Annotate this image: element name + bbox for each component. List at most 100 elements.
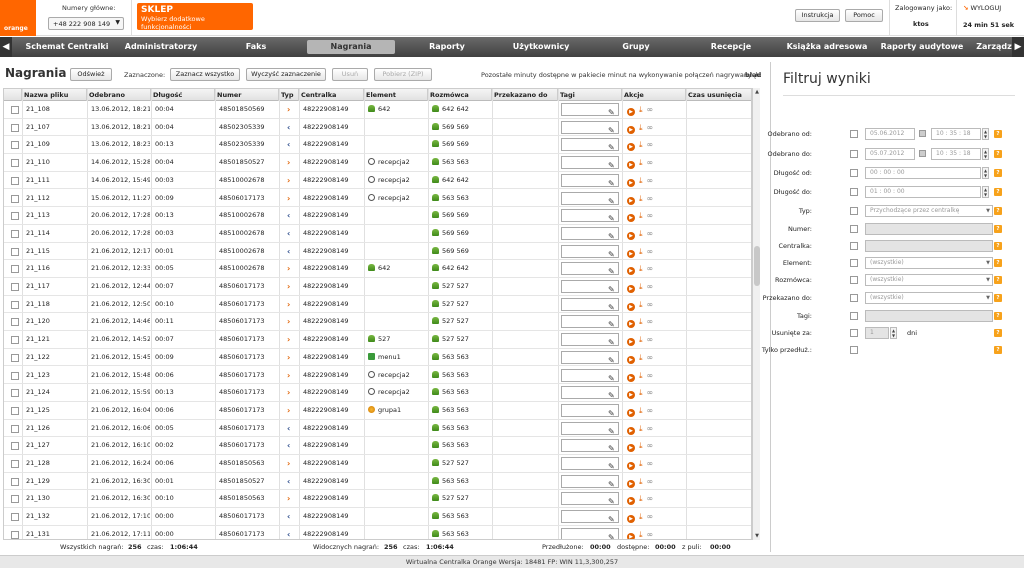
- play-icon[interactable]: ▶: [627, 285, 635, 293]
- orange-logo[interactable]: orange: [0, 0, 36, 36]
- link-icon[interactable]: ∞: [647, 247, 654, 256]
- filter-central-checkbox[interactable]: [850, 242, 858, 250]
- tab-uzytkownicy[interactable]: Użytkownicy: [500, 37, 582, 57]
- row-checkbox[interactable]: [11, 283, 19, 291]
- tags-input[interactable]: ✎: [561, 421, 619, 435]
- filter-received-from-checkbox[interactable]: [850, 130, 858, 138]
- filter-received-to-date[interactable]: 05.07.2012: [865, 148, 915, 160]
- play-icon[interactable]: ▶: [627, 143, 635, 152]
- time-spinner-icon[interactable]: ▲ ▼: [982, 167, 989, 179]
- row-checkbox[interactable]: [11, 336, 19, 345]
- main-number-select[interactable]: +48 222 908 149 ▼: [48, 17, 124, 30]
- col-actions[interactable]: Akcje: [622, 89, 686, 101]
- play-icon[interactable]: ▶: [627, 320, 635, 329]
- tags-input[interactable]: ✎: [561, 457, 619, 470]
- filter-extended-only-checkbox[interactable]: [850, 346, 858, 354]
- download-icon[interactable]: ⤓: [639, 371, 643, 380]
- col-forwarded[interactable]: Przekazano do: [492, 89, 558, 101]
- pencil-icon[interactable]: ✎: [608, 246, 615, 257]
- tags-input[interactable]: ✎: [561, 510, 619, 524]
- tags-input[interactable]: ✎: [561, 527, 619, 539]
- table-row[interactable]: 21_113 20.06.2012, 17:28:4 00:13 4851000267…: [4, 207, 751, 225]
- play-icon[interactable]: ▶: [627, 444, 635, 453]
- pencil-icon[interactable]: ✎: [608, 440, 615, 451]
- tags-input[interactable]: ✎: [561, 138, 619, 152]
- play-icon[interactable]: ▶: [627, 408, 635, 417]
- filter-deleted-input[interactable]: 1: [865, 327, 889, 339]
- pencil-icon[interactable]: ✎: [608, 157, 615, 168]
- link-icon[interactable]: ∞: [647, 264, 654, 273]
- help-icon[interactable]: ?: [994, 329, 1002, 337]
- table-row[interactable]: 21_127 21.06.2012, 16:10:1 00:02 4850601717…: [4, 437, 751, 455]
- table-row[interactable]: 21_121 21.06.2012, 14:52:1 00:07 4850601717…: [4, 331, 751, 349]
- pencil-icon[interactable]: ✎: [608, 458, 615, 469]
- download-icon[interactable]: ⤓: [639, 229, 643, 238]
- pencil-icon[interactable]: ✎: [608, 104, 615, 115]
- tags-input[interactable]: ✎: [561, 297, 619, 311]
- row-checkbox[interactable]: [11, 495, 19, 504]
- table-row[interactable]: 21_107 13.06.2012, 18:21:3 00:04 4850230533…: [4, 119, 751, 137]
- play-icon[interactable]: ▶: [627, 178, 635, 187]
- table-row[interactable]: 21_125 21.06.2012, 16:04:5 00:06 4850601717…: [4, 402, 751, 420]
- col-length[interactable]: Długość: [151, 89, 215, 101]
- tags-input[interactable]: ✎: [561, 191, 619, 205]
- row-checkbox[interactable]: [11, 176, 19, 185]
- filter-tags-checkbox[interactable]: [850, 312, 858, 320]
- link-icon[interactable]: ∞: [647, 530, 654, 539]
- row-checkbox[interactable]: [11, 513, 19, 522]
- pencil-icon[interactable]: ✎: [608, 193, 615, 204]
- col-file-name[interactable]: Nazwa pliku: [22, 89, 87, 101]
- pencil-icon[interactable]: ✎: [608, 122, 615, 133]
- calendar-icon[interactable]: [919, 150, 926, 157]
- download-icon[interactable]: ⤓: [639, 317, 643, 326]
- row-checkbox[interactable]: [11, 229, 19, 238]
- download-icon[interactable]: ⤓: [639, 530, 643, 539]
- pencil-icon[interactable]: ✎: [608, 352, 615, 363]
- filter-number-input[interactable]: [865, 223, 993, 235]
- row-checkbox[interactable]: [11, 424, 19, 433]
- filter-element-checkbox[interactable]: [850, 259, 858, 267]
- tab-schemat-centralki[interactable]: Schemat Centralki: [22, 37, 112, 57]
- link-icon[interactable]: ∞: [647, 353, 654, 362]
- delete-button[interactable]: Usuń: [332, 68, 368, 81]
- play-icon[interactable]: ▶: [627, 338, 635, 347]
- download-icon[interactable]: ⤓: [639, 140, 643, 149]
- download-icon[interactable]: ⤓: [639, 264, 643, 273]
- link-icon[interactable]: ∞: [647, 459, 654, 468]
- help-icon[interactable]: ?: [994, 242, 1002, 250]
- table-row[interactable]: 21_118 21.06.2012, 12:50:2 00:10 4850601717…: [4, 296, 751, 314]
- tags-input[interactable]: ✎: [561, 368, 619, 382]
- tab-zarzadzanie[interactable]: Zarządz: [976, 37, 1012, 57]
- download-zip-button[interactable]: Pobierz (ZIP): [374, 68, 432, 81]
- clear-selection-button[interactable]: Wyczyść zaznaczenie: [246, 68, 326, 81]
- table-row[interactable]: 21_108 13.06.2012, 18:21:3 00:04 4850185056…: [4, 101, 751, 119]
- tags-input[interactable]: ✎: [561, 315, 619, 329]
- filter-length-to-checkbox[interactable]: [850, 188, 858, 196]
- download-icon[interactable]: ⤓: [639, 282, 643, 291]
- tab-nagrania[interactable]: Nagrania: [307, 40, 395, 54]
- download-icon[interactable]: ⤓: [639, 441, 643, 450]
- row-checkbox[interactable]: [11, 371, 19, 380]
- link-icon[interactable]: ∞: [647, 176, 654, 185]
- number-spinner-icon[interactable]: ▲ ▼: [890, 327, 897, 339]
- link-icon[interactable]: ∞: [647, 105, 654, 114]
- link-icon[interactable]: ∞: [647, 194, 654, 203]
- col-type[interactable]: Typ: [279, 89, 299, 101]
- scroll-up-icon[interactable]: ▲: [753, 88, 761, 96]
- tags-input[interactable]: ✎: [561, 350, 619, 364]
- filter-type-select[interactable]: Przychodzące przez centralkę ▼: [865, 205, 993, 217]
- tags-input[interactable]: ✎: [561, 280, 619, 293]
- tags-input[interactable]: ✎: [561, 209, 619, 223]
- filter-interlocutor-checkbox[interactable]: [850, 276, 858, 284]
- play-icon[interactable]: ▶: [627, 125, 635, 134]
- time-spinner-icon[interactable]: ▲ ▼: [982, 186, 989, 198]
- link-icon[interactable]: ∞: [647, 282, 654, 291]
- table-row[interactable]: 21_117 21.06.2012, 12:44:4 00:07 4850601717…: [4, 278, 751, 296]
- filter-received-from-time[interactable]: 10 : 35 : 18: [931, 128, 981, 140]
- play-icon[interactable]: ▶: [627, 373, 635, 382]
- play-icon[interactable]: ▶: [627, 161, 635, 170]
- help-icon[interactable]: ?: [994, 207, 1002, 215]
- col-received[interactable]: Odebrano: [87, 89, 151, 101]
- filter-received-to-time[interactable]: 10 : 35 : 18: [931, 148, 981, 160]
- download-icon[interactable]: ⤓: [639, 194, 643, 203]
